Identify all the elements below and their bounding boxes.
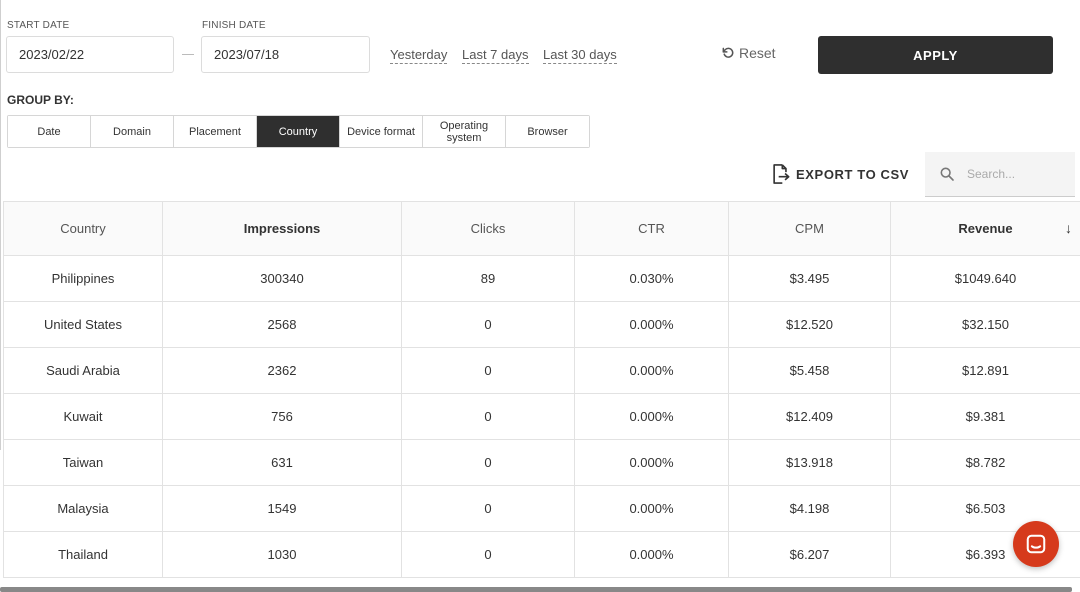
table-row[interactable]: Taiwan 631 0 0.000% $13.918 $8.782 bbox=[3, 439, 1080, 486]
cell-impressions: 2568 bbox=[162, 301, 402, 348]
cell-revenue: $12.891 bbox=[890, 347, 1080, 394]
file-export-icon bbox=[773, 164, 790, 184]
search-input[interactable] bbox=[967, 167, 1067, 181]
table-body: Philippines 300340 89 0.030% $3.495 $1049.640… bbox=[3, 255, 1080, 578]
chat-bubble-icon bbox=[1026, 534, 1046, 554]
cell-clicks: 0 bbox=[401, 531, 575, 578]
cell-cpm: $5.458 bbox=[728, 347, 891, 394]
date-range-separator bbox=[182, 54, 194, 55]
rotate-ccw-icon bbox=[722, 47, 734, 58]
group-tab-country[interactable]: Country bbox=[257, 116, 340, 147]
table-row[interactable]: Kuwait 756 0 0.000% $12.409 $9.381 bbox=[3, 393, 1080, 440]
column-header-revenue-label: Revenue bbox=[958, 221, 1013, 236]
cell-cpm: $13.918 bbox=[728, 439, 891, 486]
reset-label: Reset bbox=[739, 45, 776, 61]
reset-button[interactable]: Reset bbox=[721, 45, 776, 61]
cell-country: Philippines bbox=[3, 255, 163, 302]
cell-cpm: $4.198 bbox=[728, 485, 891, 532]
cell-impressions: 756 bbox=[162, 393, 402, 440]
search-icon bbox=[940, 167, 954, 181]
table-row[interactable]: Saudi Arabia 2362 0 0.000% $5.458 $12.891 bbox=[3, 347, 1080, 394]
cell-revenue: $1049.640 bbox=[890, 255, 1080, 302]
cell-country: Taiwan bbox=[3, 439, 163, 486]
cell-clicks: 0 bbox=[401, 393, 575, 440]
table-row[interactable]: Philippines 300340 89 0.030% $3.495 $1049.640 bbox=[3, 255, 1080, 302]
group-tab-domain[interactable]: Domain bbox=[91, 116, 174, 147]
cell-country: Saudi Arabia bbox=[3, 347, 163, 394]
column-header-impressions[interactable]: Impressions bbox=[162, 201, 402, 256]
finish-date-input[interactable]: 2023/07/18 bbox=[201, 36, 370, 73]
cell-clicks: 0 bbox=[401, 439, 575, 486]
cell-revenue: $8.782 bbox=[890, 439, 1080, 486]
apply-button[interactable]: APPLY bbox=[818, 36, 1053, 74]
finish-date-label: FINISH DATE bbox=[202, 20, 266, 31]
start-date-label: START DATE bbox=[7, 20, 70, 31]
cell-ctr: 0.000% bbox=[574, 439, 729, 486]
cell-cpm: $3.495 bbox=[728, 255, 891, 302]
group-by-tabs: Date Domain Placement Country Device for… bbox=[7, 115, 590, 148]
column-header-cpm[interactable]: CPM bbox=[728, 201, 891, 256]
search-box bbox=[925, 152, 1075, 197]
table-row[interactable]: Thailand 1030 0 0.000% $6.207 $6.393 bbox=[3, 531, 1080, 578]
cell-impressions: 300340 bbox=[162, 255, 402, 302]
cell-ctr: 0.000% bbox=[574, 531, 729, 578]
cell-ctr: 0.000% bbox=[574, 393, 729, 440]
export-csv-label: EXPORT TO CSV bbox=[796, 166, 910, 182]
chat-button[interactable] bbox=[1013, 521, 1059, 567]
cell-cpm: $12.409 bbox=[728, 393, 891, 440]
quick-range-last-7-days[interactable]: Last 7 days bbox=[462, 47, 529, 64]
horizontal-scrollbar[interactable] bbox=[0, 587, 1072, 592]
group-tab-device-format[interactable]: Device format bbox=[340, 116, 423, 147]
cell-country: United States bbox=[3, 301, 163, 348]
cell-impressions: 2362 bbox=[162, 347, 402, 394]
column-header-revenue[interactable]: Revenue ↓ bbox=[890, 201, 1080, 256]
cell-country: Thailand bbox=[3, 531, 163, 578]
report-table: Country Impressions Clicks CTR CPM Reven… bbox=[3, 201, 1080, 578]
group-tab-date[interactable]: Date bbox=[8, 116, 91, 147]
cell-revenue: $9.381 bbox=[890, 393, 1080, 440]
column-header-ctr[interactable]: CTR bbox=[574, 201, 729, 256]
cell-ctr: 0.030% bbox=[574, 255, 729, 302]
cell-revenue: $6.503 bbox=[890, 485, 1080, 532]
table-row[interactable]: Malaysia 1549 0 0.000% $4.198 $6.503 bbox=[3, 485, 1080, 532]
cell-revenue: $32.150 bbox=[890, 301, 1080, 348]
left-border bbox=[0, 0, 1, 450]
table-row[interactable]: United States 2568 0 0.000% $12.520 $32.150 bbox=[3, 301, 1080, 348]
quick-range-last-30-days[interactable]: Last 30 days bbox=[543, 47, 617, 64]
cell-clicks: 0 bbox=[401, 301, 575, 348]
cell-cpm: $12.520 bbox=[728, 301, 891, 348]
cell-country: Malaysia bbox=[3, 485, 163, 532]
cell-cpm: $6.207 bbox=[728, 531, 891, 578]
export-csv-button[interactable]: EXPORT TO CSV bbox=[771, 164, 909, 184]
cell-clicks: 0 bbox=[401, 485, 575, 532]
table-header-row: Country Impressions Clicks CTR CPM Reven… bbox=[3, 201, 1080, 256]
column-header-country[interactable]: Country bbox=[3, 201, 163, 256]
cell-impressions: 1030 bbox=[162, 531, 402, 578]
start-date-input[interactable]: 2023/02/22 bbox=[6, 36, 174, 73]
cell-impressions: 1549 bbox=[162, 485, 402, 532]
group-tab-placement[interactable]: Placement bbox=[174, 116, 257, 147]
cell-ctr: 0.000% bbox=[574, 347, 729, 394]
cell-ctr: 0.000% bbox=[574, 485, 729, 532]
quick-range-yesterday[interactable]: Yesterday bbox=[390, 47, 448, 64]
group-by-label: GROUP BY: bbox=[7, 93, 74, 107]
cell-impressions: 631 bbox=[162, 439, 402, 486]
column-header-clicks[interactable]: Clicks bbox=[401, 201, 575, 256]
arrow-down-icon[interactable]: ↓ bbox=[1065, 220, 1072, 236]
cell-clicks: 89 bbox=[401, 255, 575, 302]
cell-clicks: 0 bbox=[401, 347, 575, 394]
cell-ctr: 0.000% bbox=[574, 301, 729, 348]
group-tab-operating-system[interactable]: Operating system bbox=[423, 116, 506, 147]
group-tab-browser[interactable]: Browser bbox=[506, 116, 589, 147]
cell-country: Kuwait bbox=[3, 393, 163, 440]
